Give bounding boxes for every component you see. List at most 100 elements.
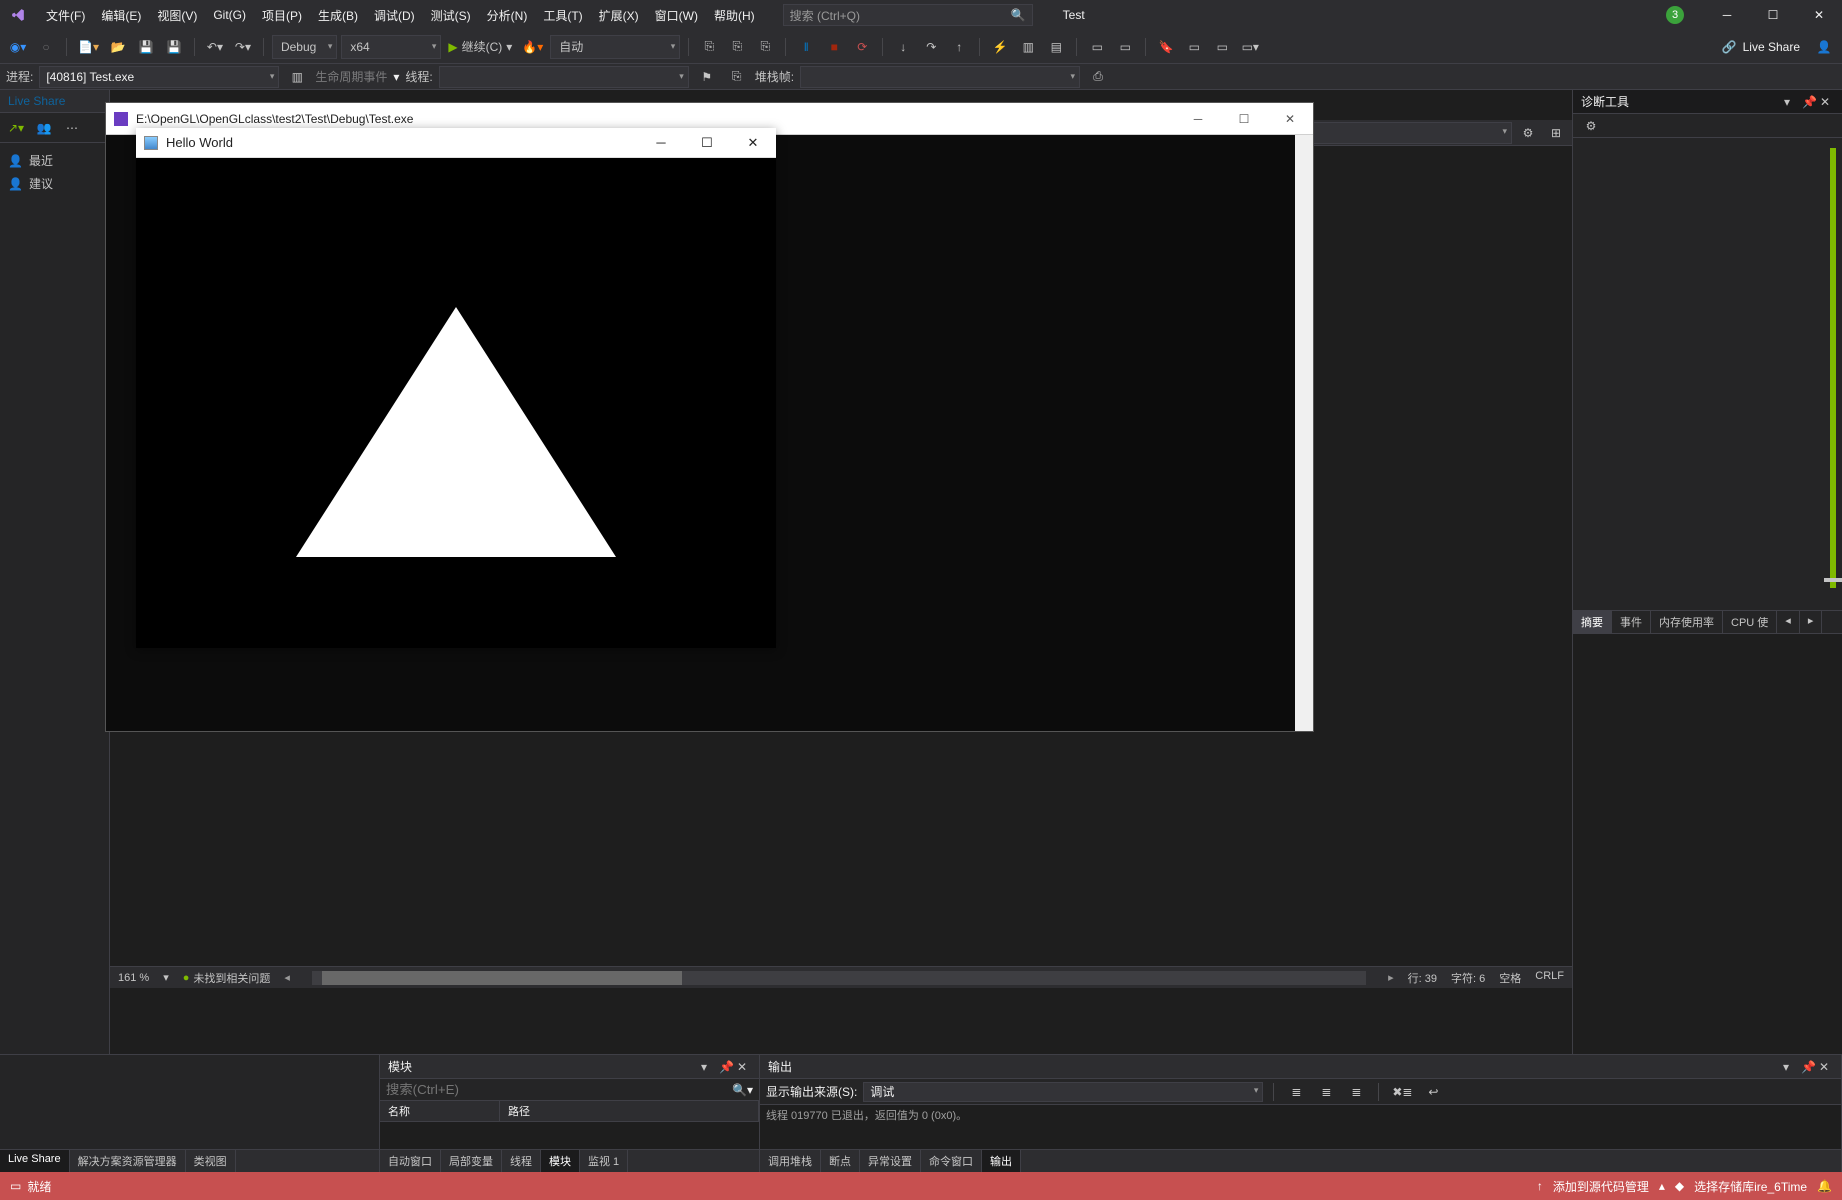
open-button[interactable]: 📂 <box>106 35 130 59</box>
tab-callstack[interactable]: 调用堆栈 <box>760 1150 821 1172</box>
diag-tb-icon[interactable]: ⚙ <box>1579 114 1603 138</box>
eol-mode[interactable]: CRLF <box>1535 970 1564 986</box>
panel-close-icon[interactable]: ✕ <box>1819 1060 1833 1074</box>
step-out-button[interactable]: ↑ <box>947 35 971 59</box>
menu-debug[interactable]: 调试(D) <box>366 3 423 28</box>
search-box[interactable]: 搜索 (Ctrl+Q) 🔍 <box>783 4 1033 26</box>
nav-fwd-button[interactable]: ○ <box>34 35 58 59</box>
tb-icon-2[interactable]: ⎘ <box>725 35 749 59</box>
menu-extensions[interactable]: 扩展(X) <box>591 3 647 28</box>
menu-build[interactable]: 生成(B) <box>310 3 366 28</box>
tab-threads[interactable]: 线程 <box>502 1150 541 1172</box>
output-body[interactable]: 线程 019770 已退出，返回值为 0 (0x0)。 <box>760 1105 1841 1149</box>
h-scrollbar[interactable] <box>312 971 1366 985</box>
tab-solution-explorer[interactable]: 解决方案资源管理器 <box>70 1150 186 1172</box>
account-icon[interactable]: 👤 <box>1812 35 1836 59</box>
scroll-left-icon[interactable]: ◂ <box>284 971 290 984</box>
output-source-combo[interactable]: 调试 <box>863 1082 1263 1102</box>
console-minimize-button[interactable]: ─ <box>1175 103 1221 135</box>
tb-icon-h[interactable]: ▭▾ <box>1238 35 1262 59</box>
stack-icon[interactable]: ⎙ <box>1086 65 1110 89</box>
bookmark-icon[interactable]: 🔖 <box>1154 35 1178 59</box>
menu-tools[interactable]: 工具(T) <box>535 3 590 28</box>
tab-locals[interactable]: 局部变量 <box>441 1150 502 1172</box>
zoom-level[interactable]: 161 % <box>118 972 149 984</box>
window-minimize-button[interactable]: ─ <box>1704 0 1750 30</box>
window-maximize-button[interactable]: ☐ <box>1750 0 1796 30</box>
modules-body[interactable] <box>380 1122 759 1149</box>
thread-combo[interactable] <box>439 66 689 88</box>
tab-autos[interactable]: 自动窗口 <box>380 1150 441 1172</box>
panel-pin-icon[interactable]: 📌 <box>1801 1060 1815 1074</box>
console-close-button[interactable]: ✕ <box>1267 103 1313 135</box>
live-share-button[interactable]: 🔗 Live Share <box>1714 38 1808 56</box>
new-project-button[interactable]: 📄▾ <box>75 35 102 59</box>
col-name-header[interactable]: 名称 <box>380 1101 500 1121</box>
panel-pin-icon[interactable]: 📌 <box>719 1060 733 1074</box>
tb-icon-a[interactable]: ⚡ <box>988 35 1012 59</box>
menu-git[interactable]: Git(G) <box>205 4 254 26</box>
output-tb-2[interactable]: ≣ <box>1314 1080 1338 1104</box>
continue-button[interactable]: ▶ 继续(C)▾ <box>445 35 515 59</box>
nav-back-button[interactable]: ◉▾ <box>6 35 30 59</box>
scroll-right-icon[interactable]: ▸ <box>1388 971 1394 984</box>
menu-edit[interactable]: 编辑(E) <box>93 3 149 28</box>
config-combo[interactable]: Debug <box>272 35 337 59</box>
search-icon[interactable]: 🔍▾ <box>732 1083 753 1097</box>
tb-icon-d[interactable]: ▭ <box>1085 35 1109 59</box>
output-tb-3[interactable]: ≣ <box>1344 1080 1368 1104</box>
redo-button[interactable]: ↷▾ <box>231 35 255 59</box>
diag-tab-nav-left[interactable]: ◂ <box>1777 611 1800 633</box>
tab-modules[interactable]: 模块 <box>541 1150 580 1172</box>
console-scrollbar[interactable] <box>1295 135 1313 731</box>
col-path-header[interactable]: 路径 <box>500 1101 759 1121</box>
join-icon[interactable]: 👥 <box>32 116 56 140</box>
gl-close-button[interactable]: ✕ <box>730 128 776 158</box>
tb-icon-c[interactable]: ▤ <box>1044 35 1068 59</box>
repo-select-label[interactable]: 选择存储库ire_6Time <box>1694 1178 1807 1195</box>
stop-button[interactable]: ■ <box>822 35 846 59</box>
tab-output[interactable]: 输出 <box>982 1150 1021 1172</box>
modules-search-input[interactable] <box>386 1082 732 1097</box>
tb-icon-e[interactable]: ▭ <box>1113 35 1137 59</box>
panel-close-icon[interactable]: ✕ <box>1820 95 1834 109</box>
indent-mode[interactable]: 空格 <box>1499 970 1521 986</box>
bell-icon[interactable]: 🔔 <box>1817 1179 1832 1193</box>
gl-minimize-button[interactable]: ─ <box>638 128 684 158</box>
menu-file[interactable]: 文件(F) <box>38 3 93 28</box>
console-maximize-button[interactable]: ☐ <box>1221 103 1267 135</box>
menu-project[interactable]: 项目(P) <box>254 3 310 28</box>
tb-icon-f[interactable]: ▭ <box>1182 35 1206 59</box>
opengl-window[interactable]: Hello World ─ ☐ ✕ <box>136 128 776 648</box>
tb-icon-g[interactable]: ▭ <box>1210 35 1234 59</box>
gl-maximize-button[interactable]: ☐ <box>684 128 730 158</box>
platform-combo[interactable]: x64 <box>341 35 441 59</box>
tab-breakpoints[interactable]: 断点 <box>821 1150 860 1172</box>
diag-tab-summary[interactable]: 摘要 <box>1573 611 1612 633</box>
auto-combo[interactable]: 自动 <box>550 35 680 59</box>
restart-button[interactable]: ⟳ <box>850 35 874 59</box>
diag-tab-events[interactable]: 事件 <box>1612 611 1651 633</box>
panel-dropdown-icon[interactable]: ▾ <box>1784 95 1798 109</box>
wrap-output-icon[interactable]: ↩ <box>1421 1080 1445 1104</box>
diag-tab-memory[interactable]: 内存使用率 <box>1651 611 1723 633</box>
process-combo[interactable]: [40816] Test.exe <box>39 66 279 88</box>
lifecycle-icon[interactable]: ▥ <box>285 65 309 89</box>
recent-item[interactable]: 👤最近 <box>0 149 109 172</box>
tab-class-view[interactable]: 类视图 <box>186 1150 236 1172</box>
panel-dropdown-icon[interactable]: ▾ <box>1783 1060 1797 1074</box>
live-share-panel-title[interactable]: Live Share <box>0 90 109 113</box>
gear-icon[interactable]: ⚙ <box>1516 121 1540 145</box>
menu-test[interactable]: 测试(S) <box>423 3 479 28</box>
share-icon[interactable]: ↗▾ <box>4 116 28 140</box>
stackframe-combo[interactable] <box>800 66 1080 88</box>
scm-add-label[interactable]: 添加到源代码管理 <box>1553 1178 1649 1195</box>
split-icon[interactable]: ⊞ <box>1544 121 1568 145</box>
notification-badge[interactable]: 3 <box>1666 6 1684 24</box>
scrollbar-thumb[interactable] <box>322 971 682 985</box>
step-over-button[interactable]: ↷ <box>919 35 943 59</box>
window-close-button[interactable]: ✕ <box>1796 0 1842 30</box>
output-tb-1[interactable]: ≣ <box>1284 1080 1308 1104</box>
save-all-button[interactable]: 💾 <box>162 35 186 59</box>
diag-tab-cpu[interactable]: CPU 使 <box>1723 611 1777 633</box>
